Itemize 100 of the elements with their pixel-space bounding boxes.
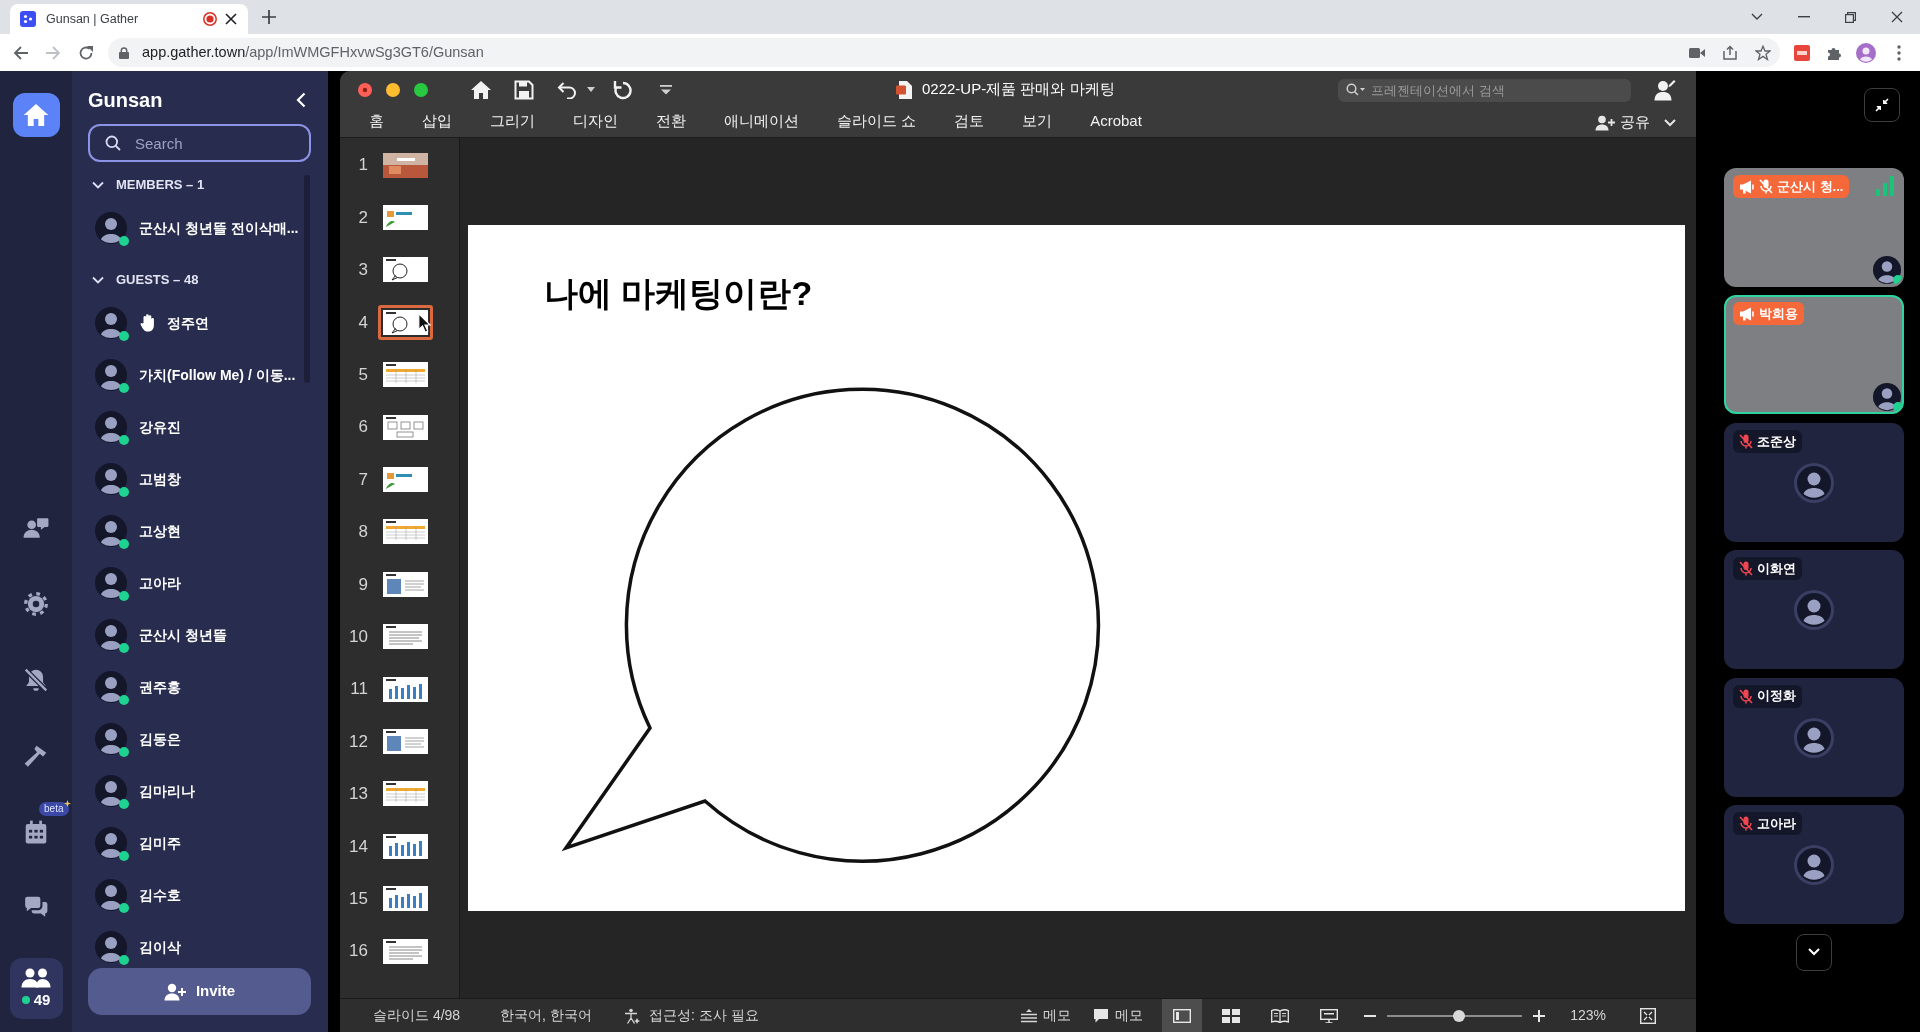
- zoom-level[interactable]: 123%: [1570, 1005, 1606, 1026]
- avatar-icon: [1794, 590, 1834, 631]
- minimize-icon[interactable]: [1798, 16, 1810, 18]
- ribbon-tab[interactable]: Acrobat: [1090, 108, 1142, 137]
- slide-number: 7: [357, 468, 368, 491]
- comment-icon: [1093, 1008, 1110, 1023]
- caret-icon[interactable]: [587, 87, 595, 92]
- normal-view-icon: [1173, 1008, 1192, 1023]
- people-button[interactable]: 49: [9, 958, 63, 1019]
- search-icon: [105, 135, 121, 151]
- undo-icon[interactable]: [557, 80, 577, 99]
- member-name[interactable]: 권주홍: [139, 676, 181, 698]
- participant-name: 박희용: [1759, 305, 1798, 324]
- slide-number: 4: [357, 311, 368, 334]
- star-icon[interactable]: [1755, 44, 1771, 61]
- member-name[interactable]: 고아라: [139, 572, 181, 594]
- close-window-icon[interactable]: [358, 82, 372, 97]
- normal-view-button[interactable]: [1162, 999, 1203, 1032]
- shrink-arrows-icon: [1875, 98, 1889, 112]
- profile-icon[interactable]: [1856, 42, 1876, 63]
- member-name[interactable]: 김동은: [139, 728, 181, 750]
- collapse-button[interactable]: [1864, 88, 1900, 122]
- minus-icon[interactable]: [1364, 1014, 1377, 1017]
- notes-icon: [1021, 1008, 1038, 1023]
- chevron-down-icon[interactable]: [1751, 13, 1763, 21]
- fit-to-window-icon[interactable]: [1640, 1007, 1656, 1024]
- camera-icon[interactable]: [1689, 46, 1705, 59]
- ribbon-tab[interactable]: 홈: [369, 108, 384, 137]
- share-icon[interactable]: [1722, 44, 1738, 61]
- member-name[interactable]: 김수호: [139, 884, 181, 906]
- slide-preview-icon: [383, 833, 428, 859]
- calendar-icon: [23, 819, 49, 845]
- invite-button[interactable]: Invite: [88, 968, 311, 1015]
- slide-thumbnail[interactable]: [378, 304, 433, 340]
- avatar-icon: [1794, 844, 1834, 885]
- close-icon[interactable]: [225, 13, 237, 25]
- ribbon-tab[interactable]: 그리기: [490, 108, 535, 137]
- mouse-cursor-icon: [418, 313, 431, 333]
- member-name[interactable]: 강유진: [139, 416, 181, 438]
- member-name[interactable]: 김마리나: [139, 780, 195, 802]
- new-tab-icon[interactable]: [261, 9, 277, 25]
- zoom-slider[interactable]: [1387, 1008, 1523, 1023]
- member-name[interactable]: 군산시 청년뜰 전이삭매...: [139, 217, 299, 239]
- slide-preview-icon: [383, 467, 428, 493]
- save-icon[interactable]: [514, 79, 534, 100]
- slider-thumb[interactable]: [1452, 1009, 1465, 1022]
- address-bar[interactable]: app.gather.town/app/ImWMGFHxvwSg3GT6/Gunsan: [108, 38, 1780, 67]
- avatar-icon: [95, 567, 127, 599]
- member-name[interactable]: 김미주: [139, 832, 181, 854]
- comments-button[interactable]: 메모: [1093, 1005, 1144, 1026]
- search-field[interactable]: Search: [88, 124, 311, 162]
- chevron-down-icon: [1808, 948, 1820, 957]
- avatar-icon: [95, 411, 127, 443]
- slide-preview-icon: [383, 362, 428, 388]
- participant-name: 군산시 청...: [1777, 177, 1844, 196]
- avatar-icon: [95, 212, 127, 244]
- slide-number: 2: [357, 206, 368, 229]
- redo-icon[interactable]: [613, 79, 633, 100]
- slide-number: 1: [357, 154, 368, 177]
- ribbon-tab[interactable]: 애니메이션: [724, 108, 799, 137]
- ribbon-tab[interactable]: 검토: [954, 108, 985, 137]
- plus-icon[interactable]: [1533, 1009, 1546, 1022]
- ribbon-tab[interactable]: 슬라이드 쇼: [837, 108, 917, 137]
- customize-toolbar-icon[interactable]: [660, 84, 672, 95]
- restore-icon[interactable]: [1845, 11, 1856, 23]
- ribbon-tab[interactable]: 보기: [1022, 108, 1053, 137]
- extension-icon[interactable]: [1794, 44, 1810, 61]
- search-field[interactable]: 프레젠테이션에서 검색: [1338, 79, 1631, 102]
- minimize-window-icon[interactable]: [386, 82, 400, 97]
- slide-preview-icon: [383, 152, 428, 178]
- person-icon[interactable]: [1654, 78, 1676, 101]
- slide-preview-icon: [383, 938, 428, 964]
- participant-name: 조준상: [1757, 432, 1796, 451]
- browser-tab[interactable]: Gunsan | Gather: [10, 4, 248, 34]
- chevron-left-icon[interactable]: [296, 92, 306, 108]
- kebab-menu-icon[interactable]: [1897, 44, 1901, 61]
- scroll-down-button[interactable]: [1796, 933, 1832, 971]
- participant-name: 고아라: [1757, 814, 1796, 833]
- share-button[interactable]: 공유: [1595, 111, 1650, 134]
- accessibility-button[interactable]: 접근성: 조사 필요: [624, 1005, 759, 1026]
- notes-button[interactable]: 메모: [1021, 1005, 1072, 1026]
- member-name[interactable]: 고범창: [139, 468, 181, 490]
- member-name[interactable]: 정주연: [167, 312, 209, 334]
- ribbon-tab[interactable]: 전환: [656, 108, 686, 137]
- slide-preview-icon: [383, 257, 428, 283]
- ribbon-tab[interactable]: 삽입: [422, 108, 452, 137]
- slide-number: 11: [349, 678, 368, 701]
- member-name[interactable]: 고상현: [139, 520, 181, 542]
- member-name[interactable]: 군산시 청년뜰: [139, 624, 227, 646]
- home-button[interactable]: [12, 93, 60, 137]
- back-arrow-icon[interactable]: [13, 44, 29, 61]
- home-icon[interactable]: [470, 79, 492, 100]
- ribbon-tab[interactable]: 디자인: [573, 108, 618, 137]
- language-indicator[interactable]: 한국어, 한국어: [500, 1005, 624, 1026]
- member-name[interactable]: 가치(Follow Me) / 이동...: [139, 364, 296, 386]
- reload-icon[interactable]: [78, 44, 94, 61]
- member-name[interactable]: 김이삭: [139, 936, 181, 958]
- grid-view-icon: [1222, 1008, 1241, 1023]
- maximize-window-icon[interactable]: [414, 82, 428, 97]
- close-icon[interactable]: [1891, 11, 1903, 23]
